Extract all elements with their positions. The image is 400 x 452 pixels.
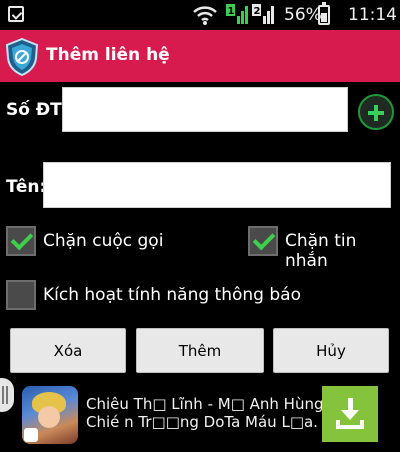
- status-bar: 1 2 56% 11:14: [0, 0, 400, 30]
- delete-button[interactable]: Xóa: [10, 328, 126, 373]
- shield-icon: [5, 38, 39, 76]
- name-input[interactable]: [43, 162, 391, 208]
- sim1-signal-icon: 1: [226, 4, 248, 24]
- notify-label[interactable]: Kích hoạt tính năng thông báo: [43, 285, 301, 305]
- phone-input[interactable]: [62, 87, 348, 132]
- name-label: Tên:: [6, 177, 47, 197]
- block-calls-label[interactable]: Chặn cuộc gọi: [43, 231, 163, 251]
- block-sms-label[interactable]: Chặn tin nhắn: [285, 231, 400, 271]
- sim2-label: 2: [254, 6, 261, 17]
- ad-title-line1[interactable]: Chiêu Th□ Lĩnh - M□ Anh Hùng.: [86, 395, 328, 413]
- block-sms-checkbox[interactable]: [248, 226, 278, 256]
- block-calls-checkbox[interactable]: [6, 226, 36, 256]
- add-button[interactable]: Thêm: [136, 328, 264, 373]
- ad-game-image[interactable]: [22, 386, 78, 444]
- sim2-signal-icon: 2: [252, 4, 274, 24]
- battery-icon: [318, 2, 330, 25]
- cancel-button[interactable]: Hủy: [273, 328, 389, 373]
- battery-percent: 56%: [284, 5, 322, 25]
- phone-label: Số ĐT:: [6, 100, 68, 120]
- action-bar: Thêm liên hệ: [0, 30, 400, 82]
- add-contact-button[interactable]: [358, 94, 394, 130]
- page-title: Thêm liên hệ: [46, 45, 170, 65]
- ad-title-line2[interactable]: Chié n Tr□□ng DoTa Máu L□a.: [86, 413, 318, 431]
- drawer-handle[interactable]: [0, 378, 14, 412]
- notify-checkbox[interactable]: [6, 280, 36, 310]
- notification-icon: [8, 6, 24, 22]
- wifi-icon: [193, 6, 217, 25]
- sim1-label: 1: [228, 6, 235, 17]
- clock: 11:14: [348, 5, 397, 25]
- download-button[interactable]: [322, 386, 378, 442]
